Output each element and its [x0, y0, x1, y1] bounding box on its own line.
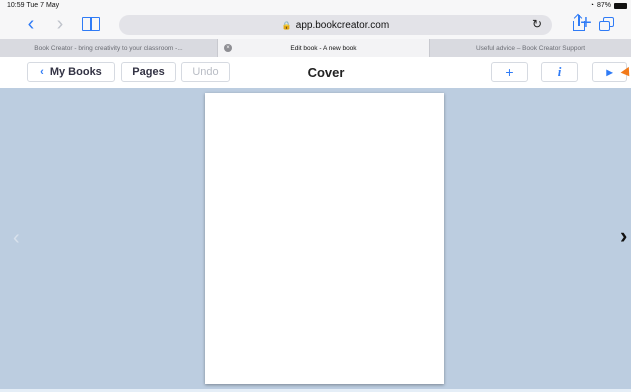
tab-edit-book[interactable]: × Edit book - A new book	[218, 39, 430, 57]
info-icon: i	[557, 64, 562, 79]
tab-label: Useful advice – Book Creator Support	[475, 44, 586, 52]
back-button[interactable]: ‹	[20, 13, 42, 35]
status-bar: 10:59 Tue 7 May ◔ 87%	[0, 0, 631, 11]
lock-icon: 🔒	[281, 20, 292, 30]
tab-useful-advice[interactable]: Useful advice – Book Creator Support	[430, 39, 631, 57]
battery-level: 87%	[596, 2, 611, 9]
pages-label: Pages	[132, 66, 165, 78]
battery-icon	[614, 2, 627, 9]
play-icon: ▸	[606, 65, 613, 79]
my-books-label: My Books	[49, 66, 102, 78]
new-tab-button[interactable]: +	[575, 12, 597, 34]
tab-label: Book Creator - bring creativity to your …	[34, 44, 183, 52]
info-button[interactable]: i	[541, 62, 578, 82]
status-time: 10:59	[7, 2, 25, 9]
my-books-button[interactable]: ‹ My Books	[27, 62, 115, 82]
tab-label: Edit book - A new book	[290, 44, 357, 52]
next-page-arrow[interactable]: ›	[620, 225, 627, 247]
book-cover-page[interactable]	[205, 93, 444, 384]
browser-toolbar: ‹ › 🔒 app.bookcreator.com ↻ +	[0, 11, 631, 39]
prev-page-arrow[interactable]: ‹	[13, 228, 20, 248]
reload-icon[interactable]: ↻	[532, 17, 542, 31]
forward-button[interactable]: ›	[49, 13, 71, 35]
tabs-icon-front	[599, 21, 610, 31]
app-frame: 10:59 Tue 7 May ◔ 87% ‹ › 🔒 app.bookcrea…	[0, 0, 631, 392]
tab-bookcreator-home[interactable]: Book Creator - bring creativity to your …	[0, 39, 218, 57]
pages-button[interactable]: Pages	[121, 62, 176, 82]
address-url: app.bookcreator.com	[295, 19, 390, 31]
chevron-left-icon: ‹	[40, 66, 44, 78]
plus-icon: +	[505, 64, 514, 80]
undo-button[interactable]: Undo	[181, 62, 230, 82]
bookmarks-icon[interactable]	[82, 17, 100, 31]
status-left: 10:59 Tue 7 May	[7, 2, 59, 9]
undo-label: Undo	[192, 66, 219, 78]
status-right: ◔ 87%	[590, 2, 627, 9]
add-button[interactable]: +	[491, 62, 528, 82]
tabs-icon[interactable]	[599, 17, 615, 31]
address-bar[interactable]: 🔒 app.bookcreator.com ↻	[119, 15, 552, 35]
status-date: Tue 7 May	[26, 2, 60, 9]
page-title: Cover	[307, 65, 345, 80]
app-toolbar: ‹ My Books Pages Undo Cover + i ▸	[0, 57, 631, 88]
wifi-icon: ◔	[589, 2, 594, 9]
close-tab-icon[interactable]: ×	[224, 44, 232, 52]
tab-strip: Book Creator - bring creativity to your …	[0, 39, 631, 57]
